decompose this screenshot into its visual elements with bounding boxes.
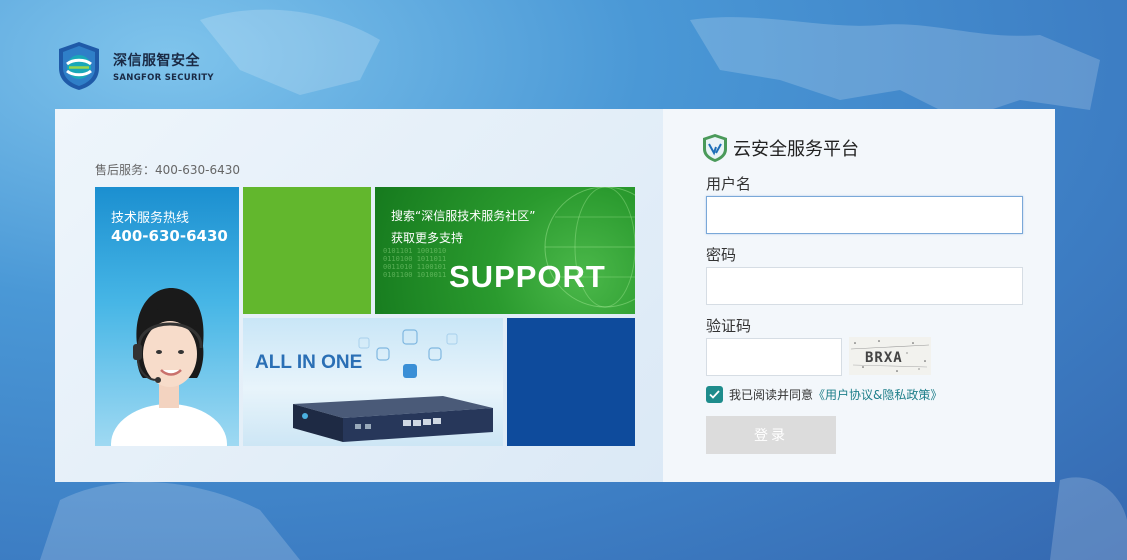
captcha-image[interactable]: BRXA: [849, 337, 931, 375]
captcha-label: 验证码: [706, 317, 752, 335]
sangfor-shield-icon: [59, 42, 99, 90]
green-tile: [243, 187, 371, 314]
hotline-number: 400-630-6430: [111, 227, 228, 245]
brand-name-en: SANGFOR SECURITY: [113, 72, 214, 83]
agree-checkbox[interactable]: [706, 386, 723, 403]
username-input[interactable]: [706, 196, 1023, 234]
navy-tile: [507, 318, 635, 446]
support-community-banner[interactable]: 0101101 1001010 0110100 1011011 0011010 …: [375, 187, 635, 314]
support-heading: SUPPORT: [449, 259, 606, 294]
cloud-security-shield-icon: [703, 134, 727, 162]
login-form-panel: 云安全服务平台 用户名 密码 验证码 BRXA 我已阅读并同意 《用户协议&隐私…: [663, 109, 1055, 482]
hotline-title: 技术服务热线: [111, 211, 190, 226]
platform-header: 云安全服务平台: [701, 133, 859, 163]
platform-title: 云安全服务平台: [733, 139, 859, 160]
password-label: 密码: [706, 246, 737, 264]
agree-text: 我已阅读并同意: [729, 388, 814, 402]
captcha-text: BRXA: [865, 350, 903, 366]
support-more-text: 获取更多支持: [391, 231, 464, 245]
brand-name-cn: 深信服智安全: [113, 52, 200, 69]
login-card: 售后服务：400-630-6430 技术服务热线 400-630-6430 01…: [55, 109, 1055, 482]
checkmark-icon: [709, 390, 720, 399]
all-in-one-banner[interactable]: ALL IN ONE: [243, 318, 503, 446]
username-label: 用户名: [706, 175, 752, 193]
login-button[interactable]: 登录: [706, 416, 836, 454]
brand-logo: 深信服智安全 SANGFOR SECURITY: [55, 40, 214, 92]
privacy-policy-link[interactable]: 《用户协议&隐私政策》: [813, 386, 942, 403]
captcha-input[interactable]: [706, 338, 842, 376]
hotline-banner[interactable]: 技术服务热线 400-630-6430: [95, 187, 239, 446]
password-input[interactable]: [706, 267, 1023, 305]
all-in-one-caption: ALL IN ONE: [255, 352, 363, 373]
after-sales-hotline: 售后服务：400-630-6430: [95, 163, 241, 177]
promo-panel: 售后服务：400-630-6430 技术服务热线 400-630-6430 01…: [55, 109, 663, 482]
agreement-row: 我已阅读并同意 《用户协议&隐私政策》: [706, 386, 942, 403]
support-search-text: 搜索“深信服技术服务社区”: [391, 209, 536, 223]
network-appliance-image: [293, 396, 493, 442]
support-agent-illustration: [111, 288, 227, 446]
